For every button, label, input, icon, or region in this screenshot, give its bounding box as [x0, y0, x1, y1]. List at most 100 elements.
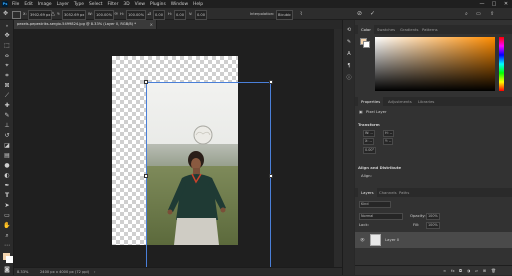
panel-collapse-icon[interactable]: »: [3, 22, 11, 30]
fx-icon[interactable]: fx: [451, 268, 455, 273]
quick-select-tool-icon[interactable]: ⌖: [3, 62, 11, 70]
zoom-tool-icon[interactable]: ⌕: [3, 232, 11, 240]
paragraph-icon[interactable]: ¶: [345, 62, 353, 70]
layer-visibility-eye-icon[interactable]: 👁: [360, 237, 365, 242]
y-field[interactable]: 3052.69 px: [62, 10, 87, 20]
lasso-tool-icon[interactable]: ⴰ: [3, 52, 11, 60]
transform-handle-top-left[interactable]: [144, 80, 148, 84]
document-tab[interactable]: pexels-pepestriks-sergio-5499824.jpg @ 8…: [14, 20, 157, 29]
transform-y-field[interactable]: Y: --: [383, 138, 394, 145]
delta-icon[interactable]: △: [51, 10, 55, 18]
hue-slider[interactable]: [499, 37, 504, 91]
transform-h-field[interactable]: H: --: [383, 130, 395, 137]
move-tool-icon[interactable]: ✥: [3, 32, 11, 40]
brush-tool-icon[interactable]: ✎: [3, 112, 11, 120]
menu-plugins[interactable]: Plugins: [150, 2, 166, 7]
healing-brush-tool-icon[interactable]: ✚: [3, 102, 11, 110]
pen-tool-icon[interactable]: ✒: [3, 182, 11, 190]
transform-bounding-box[interactable]: [144, 80, 273, 270]
transform-w-field[interactable]: W: --: [363, 130, 375, 137]
tab-paths[interactable]: Paths: [399, 188, 409, 197]
height-field[interactable]: 100.00%: [126, 10, 146, 20]
history-brush-tool-icon[interactable]: ↺: [3, 132, 11, 140]
fill-field[interactable]: 100%: [426, 222, 440, 229]
close-tab-icon[interactable]: ×: [150, 20, 153, 29]
menu-type[interactable]: Type: [74, 2, 84, 7]
vskew-field[interactable]: 0.00: [195, 10, 208, 20]
layer-filter-kind[interactable]: Kind: [359, 201, 391, 208]
move-tool-icon[interactable]: ✥: [3, 10, 8, 18]
tab-layers[interactable]: Layers: [358, 188, 377, 197]
maximize-button[interactable]: □: [488, 0, 500, 8]
character-icon[interactable]: A: [345, 50, 353, 58]
warp-icon[interactable]: ⌇: [300, 10, 302, 18]
transform-handle-right[interactable]: [269, 174, 273, 178]
mask-icon[interactable]: ◘: [459, 268, 462, 273]
vertical-scrollbar[interactable]: [334, 29, 342, 267]
cancel-transform-icon[interactable]: ⊘: [357, 10, 362, 18]
color-picker-field[interactable]: [375, 37, 495, 91]
transform-handle-left[interactable]: [144, 174, 148, 178]
info-icon[interactable]: ⓘ: [345, 74, 353, 82]
link-icon[interactable]: ∞: [114, 10, 118, 18]
align-section-label[interactable]: Align and Distribute: [358, 165, 401, 170]
interpolation-select[interactable]: Bicubic: [276, 10, 293, 20]
minimize-button[interactable]: —: [476, 0, 488, 8]
transform-angle-field[interactable]: 0.00°: [363, 147, 377, 154]
rectangle-tool-icon[interactable]: ▭: [3, 212, 11, 220]
clone-stamp-tool-icon[interactable]: ⊥: [3, 122, 11, 130]
menu-view[interactable]: View: [135, 2, 145, 7]
path-selection-tool-icon[interactable]: ➤: [3, 202, 11, 210]
menu-file[interactable]: File: [12, 2, 19, 7]
type-tool-icon[interactable]: T: [3, 192, 11, 200]
menu-image[interactable]: Image: [38, 2, 52, 7]
tab-gradients[interactable]: Gradients: [400, 25, 419, 34]
quick-mask-icon[interactable]: ◙: [3, 266, 11, 274]
tab-color[interactable]: Color: [358, 25, 374, 34]
tab-swatches[interactable]: Swatches: [377, 25, 395, 34]
tab-patterns[interactable]: Patterns: [422, 25, 438, 34]
delete-layer-icon[interactable]: 🗑: [491, 268, 496, 273]
width-field[interactable]: 100.00%: [94, 10, 114, 20]
group-folder-icon[interactable]: ▱: [475, 268, 478, 273]
crop-tool-icon[interactable]: ⌗: [3, 72, 11, 80]
background-swatch[interactable]: [6, 256, 13, 263]
tab-properties[interactable]: Properties: [358, 97, 384, 106]
tab-adjustments[interactable]: Adjustments: [388, 97, 412, 106]
color-panel-background-swatch[interactable]: [363, 41, 370, 48]
blend-mode-select[interactable]: Normal: [359, 213, 403, 220]
eraser-tool-icon[interactable]: ◪: [3, 142, 11, 150]
tab-channels[interactable]: Channels: [379, 188, 397, 197]
menu-3d[interactable]: 3D: [123, 2, 129, 7]
workspace-icon[interactable]: ▭: [476, 10, 481, 18]
menu-help[interactable]: Help: [193, 2, 203, 7]
opacity-field[interactable]: 100%: [426, 213, 440, 220]
dodge-tool-icon[interactable]: ◐: [3, 172, 11, 180]
menu-filter[interactable]: Filter: [108, 2, 119, 7]
gradient-tool-icon[interactable]: ▤: [3, 152, 11, 160]
eyedropper-tool-icon[interactable]: ⟋: [3, 92, 11, 100]
brush-settings-icon[interactable]: ✎: [345, 38, 353, 46]
layer-name[interactable]: Layer 0: [385, 237, 399, 242]
adjustment-layer-icon[interactable]: ◑: [467, 268, 470, 273]
blur-tool-icon[interactable]: ●: [3, 162, 11, 170]
hand-tool-icon[interactable]: ✋: [3, 222, 11, 230]
transform-x-field[interactable]: X: --: [363, 138, 374, 145]
link-layers-icon[interactable]: ∞: [443, 268, 446, 273]
menu-select[interactable]: Select: [89, 2, 103, 7]
reference-point-icon[interactable]: [12, 11, 21, 19]
frame-tool-icon[interactable]: ⊠: [3, 82, 11, 90]
x-field[interactable]: 3902.69 px: [28, 10, 53, 20]
share-icon[interactable]: ⇪: [490, 10, 494, 18]
new-layer-icon[interactable]: ⊞: [483, 268, 486, 273]
hskew-field[interactable]: 0.00: [174, 10, 187, 20]
transform-handle-top-right[interactable]: [269, 80, 273, 84]
angle-field[interactable]: 0.00: [153, 10, 166, 20]
menu-edit[interactable]: Edit: [24, 2, 33, 7]
transform-section-label[interactable]: Transform: [358, 122, 380, 127]
marquee-tool-icon[interactable]: ⬚: [3, 42, 11, 50]
close-window-button[interactable]: ✕: [500, 0, 512, 8]
tab-libraries[interactable]: Libraries: [418, 97, 434, 106]
search-icon[interactable]: ⌕: [465, 10, 468, 18]
history-icon[interactable]: ⟲: [345, 26, 353, 34]
